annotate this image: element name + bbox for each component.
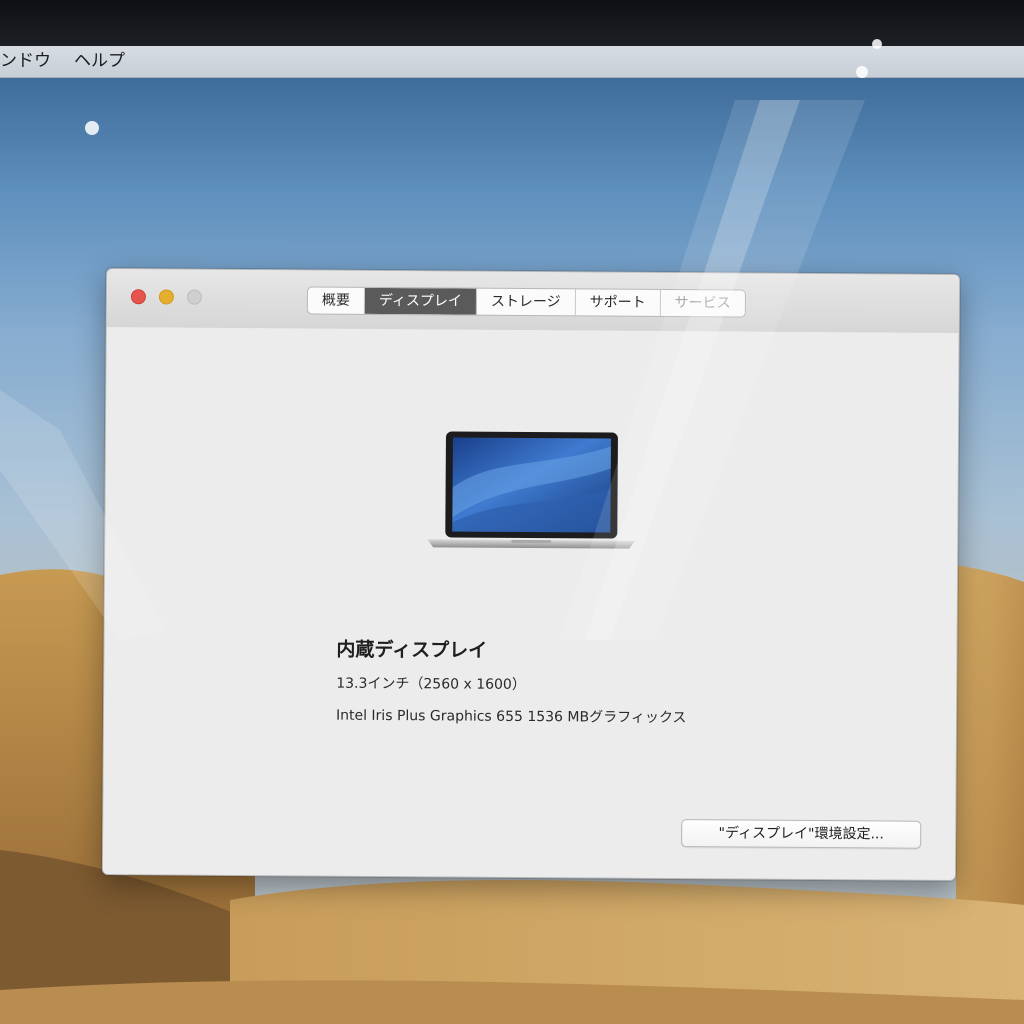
display-preferences-button[interactable]: "ディスプレイ"環境設定...	[681, 819, 922, 849]
tab-overview[interactable]: 概要	[307, 287, 365, 314]
about-this-mac-window: 概要 ディスプレイ ストレージ サポート サービス 内蔵ディスプレイ 13.3イ…	[101, 268, 961, 881]
macbook-pro-icon	[427, 431, 636, 549]
tab-displays[interactable]: ディスプレイ	[364, 287, 478, 315]
zoom-button-icon	[186, 289, 202, 305]
tab-storage[interactable]: ストレージ	[476, 288, 576, 316]
menu-help[interactable]: ヘルプ	[74, 50, 125, 72]
window-titlebar[interactable]: 概要 ディスプレイ ストレージ サポート サービス	[106, 269, 960, 334]
display-title: 内蔵ディスプレイ	[336, 638, 488, 662]
screen: ンドウ ヘルプ 概要 ディスプレイ ストレージ サポート サービス 内蔵ディスプ…	[0, 0, 1024, 1024]
close-button-icon[interactable]	[130, 289, 146, 305]
screen-bezel	[0, 0, 1024, 46]
tab-service[interactable]: サービス	[661, 290, 745, 317]
tab-support[interactable]: サポート	[575, 289, 661, 316]
menu-window[interactable]: ンドウ	[0, 50, 51, 72]
menu-bar: ンドウ ヘルプ	[0, 46, 1024, 78]
minimize-button-icon[interactable]	[158, 289, 174, 305]
tab-bar: 概要 ディスプレイ ストレージ サポート サービス	[306, 286, 746, 318]
graphics-info: Intel Iris Plus Graphics 655 1536 MBグラフィ…	[335, 707, 687, 727]
window-content: 内蔵ディスプレイ 13.3インチ（2560 x 1600） Intel Iris…	[102, 327, 959, 880]
display-size: 13.3インチ（2560 x 1600）	[336, 675, 526, 693]
